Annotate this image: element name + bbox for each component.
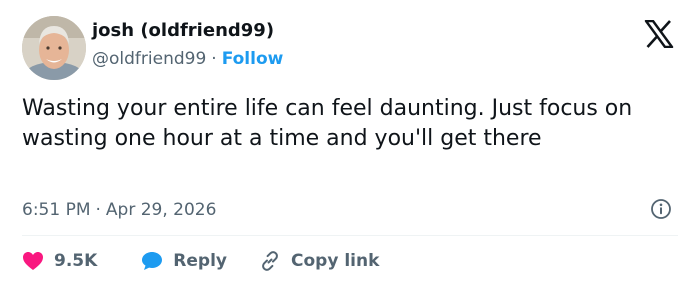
like-button[interactable]: 9.5K [22,251,97,271]
follow-button[interactable]: Follow [222,49,284,69]
copy-link-button[interactable]: Copy link [259,250,379,272]
tweet-time[interactable]: 6:51 PM [22,200,91,220]
action-bar: 9.5K Reply Copy link [22,246,379,276]
reply-button[interactable]: Reply [141,251,227,271]
tweet-text: Wasting your entire life can feel daunti… [22,96,633,151]
profile-photo-avatar [22,16,86,80]
like-count: 9.5K [54,251,98,271]
timestamp[interactable]: 6:51 PM · Apr 29, 2026 [22,200,216,220]
divider [22,235,678,236]
info-icon[interactable] [650,198,672,220]
separator-dot: · [211,49,217,69]
x-logo-icon[interactable] [644,20,674,48]
author-display-name[interactable]: josh (oldfriend99) [92,20,274,41]
avatar[interactable] [22,16,86,80]
speech-bubble-icon [142,252,163,270]
tweet-date[interactable]: Apr 29, 2026 [106,200,217,220]
copy-link-label: Copy link [291,251,380,271]
author-handle-line: @oldfriend99 · Follow [92,49,283,69]
separator-dot: · [95,200,101,220]
heart-icon [23,252,43,270]
author-handle[interactable]: @oldfriend99 [92,49,206,69]
link-icon [262,251,278,271]
reply-label: Reply [173,251,227,271]
